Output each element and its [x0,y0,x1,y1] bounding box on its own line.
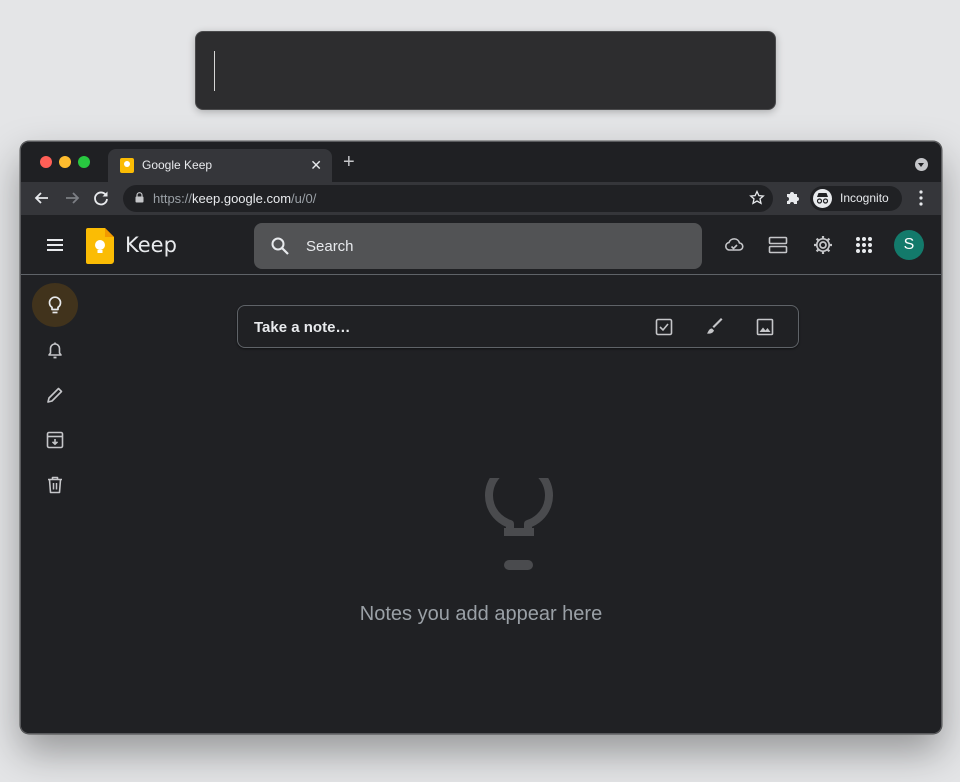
bookmark-star-icon[interactable] [749,190,765,206]
sidebar-item-notes[interactable] [32,283,78,327]
sidebar-item-reminders[interactable] [32,328,78,372]
url-text: https://keep.google.com/u/0/ [153,191,316,206]
url-path: /u/0/ [291,191,317,206]
text-caret [214,51,215,91]
archive-icon [46,431,64,449]
lightbulb-icon [48,296,62,314]
settings-gear-icon[interactable] [812,234,834,256]
empty-state-lightbulb-icon [485,478,553,570]
search-bar[interactable] [254,223,702,269]
new-image-icon[interactable] [755,317,775,337]
take-note-placeholder: Take a note… [254,319,351,336]
search-icon[interactable] [270,236,290,256]
tab-strip: Google Keep ✕ + [21,142,941,182]
sidebar-item-edit-labels[interactable] [32,373,78,417]
tab-search-icon[interactable] [915,158,928,171]
forward-arrow-icon[interactable] [62,188,82,208]
incognito-icon [813,189,832,208]
new-drawing-brush-icon[interactable] [705,317,725,337]
url-scheme: https:// [153,191,193,206]
tab-close-icon[interactable]: ✕ [310,156,322,174]
app-header: Keep Search S [21,215,941,275]
main-menu-icon[interactable] [44,234,66,256]
floating-text-input[interactable] [195,31,776,110]
list-view-icon[interactable] [767,234,789,256]
extensions-puzzle-icon[interactable] [783,188,803,208]
keep-logo-icon[interactable] [86,228,114,264]
keep-favicon-icon [120,158,134,173]
back-arrow-icon[interactable] [32,188,52,208]
reload-icon[interactable] [91,188,111,208]
google-apps-icon[interactable] [853,234,875,256]
lock-icon[interactable] [135,192,144,203]
sidebar-item-trash[interactable] [32,463,78,507]
incognito-label: Incognito [840,191,889,205]
search-input[interactable] [306,223,686,269]
sidebar-item-archive[interactable] [32,418,78,462]
keep-app: Keep Search S Take a note… Notes you add… [21,215,941,733]
tab-google-keep[interactable]: Google Keep ✕ [108,149,332,182]
take-note-input[interactable]: Take a note… [237,305,799,348]
close-window-button[interactable] [40,156,52,168]
browser-window: Google Keep ✕ + https://keep.google.com/… [20,141,942,734]
new-tab-button[interactable]: + [343,152,355,172]
pencil-icon [47,387,63,403]
url-host: keep.google.com [192,191,292,206]
new-list-checkbox-icon[interactable] [654,317,674,337]
bell-icon [48,342,62,359]
minimize-window-button[interactable] [59,156,71,168]
account-avatar[interactable]: S [894,230,924,260]
cloud-sync-icon[interactable] [723,234,745,256]
tab-title: Google Keep [142,158,213,172]
incognito-profile-button[interactable]: Incognito [810,186,902,211]
maximize-window-button[interactable] [78,156,90,168]
empty-state-message: Notes you add appear here [359,603,603,625]
trash-icon [48,476,62,494]
browser-menu-icon[interactable] [911,188,931,208]
app-name[interactable]: Keep [125,233,177,257]
address-bar[interactable]: https://keep.google.com/u/0/ [123,185,773,212]
browser-toolbar: https://keep.google.com/u/0/ Incognito [21,182,941,215]
